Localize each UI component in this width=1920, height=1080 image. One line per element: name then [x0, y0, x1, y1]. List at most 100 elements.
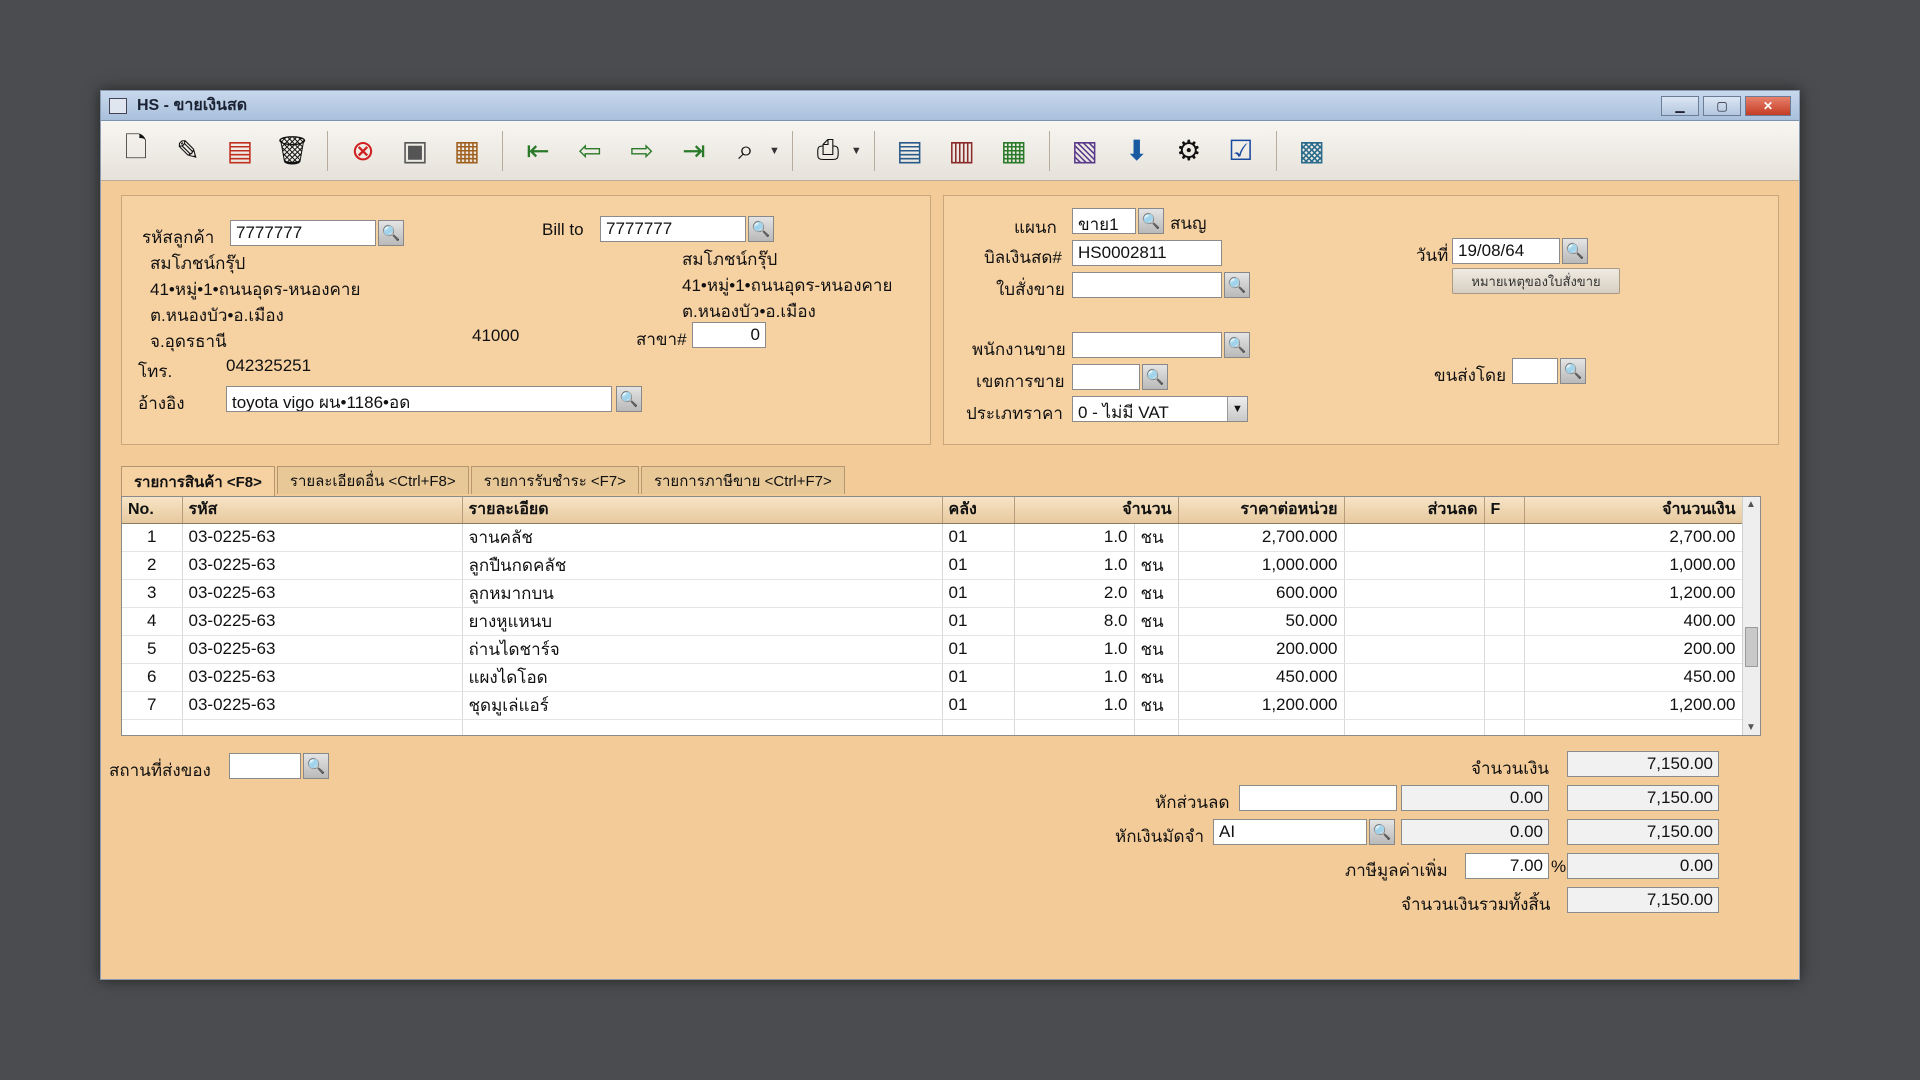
sales-order-field[interactable] — [1072, 272, 1222, 298]
cell-wh[interactable]: 01 — [942, 579, 1015, 608]
ship-by-field[interactable] — [1512, 358, 1558, 384]
sales-area-search-icon[interactable]: 🔍 — [1142, 364, 1168, 390]
grid-scrollbar[interactable]: ▲ ▼ — [1742, 497, 1760, 735]
tab-sales-tax[interactable]: รายการภาษีขาย <Ctrl+F7> — [640, 466, 845, 494]
department-field[interactable]: ขาย1 — [1072, 208, 1136, 234]
cell-no[interactable]: 5 — [122, 635, 183, 664]
print-dropdown-icon[interactable]: ▼ — [851, 145, 862, 157]
report4-icon[interactable]: ▧ — [1062, 128, 1108, 174]
cell-disc[interactable] — [1344, 523, 1485, 552]
trash-icon[interactable]: 🗑 — [269, 128, 315, 174]
save-icon[interactable]: ▣ — [392, 128, 438, 174]
cell-qty[interactable]: 1.0 — [1014, 635, 1135, 664]
cell-desc[interactable]: ลูกปืนกดคลัช — [462, 551, 943, 580]
tools-icon[interactable]: ⚙ — [1166, 128, 1212, 174]
ship-place-field[interactable] — [229, 753, 301, 779]
cell-no[interactable]: 2 — [122, 551, 183, 580]
date-picker-icon[interactable]: 🔍 — [1562, 238, 1588, 264]
cell-amount[interactable]: 200.00 — [1524, 635, 1743, 664]
cell-code[interactable]: 03-0225-63 — [182, 691, 463, 720]
cell-desc[interactable]: ลูกหมากบน — [462, 579, 943, 608]
salesman-search-icon[interactable]: 🔍 — [1224, 332, 1250, 358]
cell-disc[interactable] — [1344, 579, 1485, 608]
cell-no[interactable]: 7 — [122, 691, 183, 720]
cell-f[interactable] — [1484, 579, 1525, 608]
cell-amount[interactable]: 1,200.00 — [1524, 691, 1743, 720]
cell-unit[interactable]: ชน — [1134, 691, 1179, 720]
cell-f[interactable] — [1484, 663, 1525, 692]
cell-desc[interactable]: จานคลัช — [462, 523, 943, 552]
new-doc-icon[interactable]: 🗋 — [113, 128, 159, 174]
header-warehouse[interactable]: คลัง — [942, 497, 1015, 524]
chevron-down-icon[interactable]: ▼ — [1227, 397, 1247, 421]
cell-wh[interactable]: 01 — [942, 607, 1015, 636]
cell-qty[interactable]: 1.0 — [1014, 551, 1135, 580]
cell-no[interactable]: 6 — [122, 663, 183, 692]
next-icon[interactable]: ⇨ — [619, 128, 665, 174]
salesman-field[interactable] — [1072, 332, 1222, 358]
deposit-code-field[interactable]: AI — [1213, 819, 1367, 845]
find-icon[interactable]: ⌕ — [723, 128, 769, 174]
cell-disc[interactable] — [1344, 663, 1485, 692]
cell-price[interactable]: 450.000 — [1178, 663, 1345, 692]
cell-disc[interactable] — [1344, 551, 1485, 580]
cell-qty[interactable]: 8.0 — [1014, 607, 1135, 636]
sales-order-search-icon[interactable]: 🔍 — [1224, 272, 1250, 298]
header-description[interactable]: รายละเอียด — [462, 497, 943, 524]
find-dropdown-icon[interactable]: ▼ — [769, 145, 780, 157]
tab-items[interactable]: รายการสินค้า <F8> — [121, 466, 275, 496]
cell-unit[interactable]: ชน — [1134, 663, 1179, 692]
cell-no[interactable]: 3 — [122, 579, 183, 608]
cell-wh[interactable]: 01 — [942, 523, 1015, 552]
header-quantity[interactable]: จำนวน — [1014, 497, 1179, 524]
cell-wh[interactable]: 01 — [942, 691, 1015, 720]
cell-code[interactable]: 03-0225-63 — [182, 523, 463, 552]
table-row[interactable]: 6 03-0225-63 แผงไดโอด 01 1.0 ชน 450.000 450.00 — [122, 663, 1743, 692]
prev-icon[interactable]: ⇦ — [567, 128, 613, 174]
bill-number-field[interactable]: HS0002811 — [1072, 240, 1222, 266]
cell-code[interactable]: 03-0225-63 — [182, 635, 463, 664]
last-icon[interactable]: ⇥ — [671, 128, 717, 174]
table-row[interactable]: 5 03-0225-63 ถ่านไดชาร์จ 01 1.0 ชน 200.000 200.… — [122, 635, 1743, 664]
vat-rate-field[interactable]: 7.00 — [1465, 853, 1549, 879]
books-icon[interactable]: ▦ — [444, 128, 490, 174]
cell-f[interactable] — [1484, 551, 1525, 580]
minimize-button[interactable]: ▁ — [1661, 95, 1699, 116]
cell-desc[interactable]: ถ่านไดชาร์จ — [462, 635, 943, 664]
price-type-select[interactable]: 0 - ไม่มี VAT — [1072, 396, 1248, 422]
cell-price[interactable]: 1,200.000 — [1178, 691, 1345, 720]
cell-wh[interactable]: 01 — [942, 635, 1015, 664]
cell-desc[interactable]: แผงไดโอด — [462, 663, 943, 692]
cell-amount[interactable]: 1,200.00 — [1524, 579, 1743, 608]
branch-field[interactable]: 0 — [692, 322, 766, 348]
cell-disc[interactable] — [1344, 607, 1485, 636]
table-row[interactable]: 3 03-0225-63 ลูกหมากบน 01 2.0 ชน 600.000 1,200.… — [122, 579, 1743, 608]
header-discount[interactable]: ส่วนลด — [1344, 497, 1485, 524]
table-row[interactable]: 4 03-0225-63 ยางหูแหนบ 01 8.0 ชน 50.000 400.00 — [122, 607, 1743, 636]
cell-price[interactable]: 200.000 — [1178, 635, 1345, 664]
table-row[interactable]: 7 03-0225-63 ชุดมูเล่แอร์ 01 1.0 ชน 1,200.000 1… — [122, 691, 1743, 720]
cell-no[interactable]: 4 — [122, 607, 183, 636]
header-f[interactable]: F — [1484, 497, 1525, 524]
cell-unit[interactable]: ชน — [1134, 579, 1179, 608]
customer-code-field[interactable]: 7777777 — [230, 220, 376, 246]
cell-unit[interactable]: ชน — [1134, 523, 1179, 552]
cell-f[interactable] — [1484, 607, 1525, 636]
cell-amount[interactable]: 400.00 — [1524, 607, 1743, 636]
cell-wh[interactable]: 01 — [942, 663, 1015, 692]
cell-price[interactable]: 1,000.000 — [1178, 551, 1345, 580]
report2-icon[interactable]: ▥ — [939, 128, 985, 174]
cell-disc[interactable] — [1344, 691, 1485, 720]
cell-qty[interactable]: 1.0 — [1014, 663, 1135, 692]
cell-amount[interactable]: 1,000.00 — [1524, 551, 1743, 580]
cell-amount[interactable]: 450.00 — [1524, 663, 1743, 692]
deposit-search-icon[interactable]: 🔍 — [1369, 819, 1395, 845]
cell-no[interactable]: 1 — [122, 523, 183, 552]
header-no[interactable]: No. — [122, 497, 183, 524]
table-row[interactable]: 2 03-0225-63 ลูกปืนกดคลัช 01 1.0 ชน 1,000.000 1… — [122, 551, 1743, 580]
cell-code[interactable]: 03-0225-63 — [182, 663, 463, 692]
cell-price[interactable]: 600.000 — [1178, 579, 1345, 608]
header-code[interactable]: รหัส — [182, 497, 463, 524]
maximize-button[interactable]: ▢ — [1703, 95, 1741, 116]
ship-by-search-icon[interactable]: 🔍 — [1560, 358, 1586, 384]
